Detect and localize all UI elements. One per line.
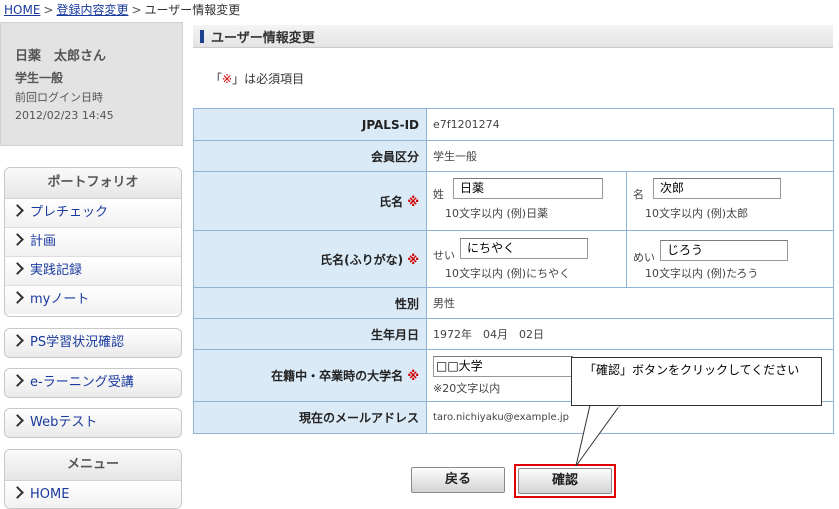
user-name: 日薬 太郎さん	[15, 49, 107, 64]
chevron-right-icon	[11, 233, 24, 246]
required-mark: ※	[407, 252, 419, 267]
table-row: 現在のメールアドレス taro.nichiyaku@example.jp	[193, 401, 835, 434]
menu-panel: メニュー HOME	[4, 449, 182, 509]
required-mark: ※	[407, 194, 419, 209]
sidebar-item-label: 計画	[30, 234, 57, 249]
sidebar-item-label: HOME	[30, 487, 70, 502]
birthdate-label: 生年月日	[193, 318, 427, 350]
back-button[interactable]: 戻る	[411, 467, 505, 493]
name-label-text: 氏名	[379, 194, 404, 209]
mei-input[interactable]: 次郎	[653, 178, 781, 199]
callout-pointer	[575, 404, 621, 467]
chevron-right-icon	[11, 414, 24, 427]
kana-label-text: 氏名(ふりがな)	[320, 252, 404, 267]
mei-kana-prefix: めい	[633, 251, 655, 264]
required-note: 「※」は必須項目	[210, 70, 304, 87]
mei-kana-cell: めい じろう 10文字以内 (例)たろう	[625, 230, 835, 288]
sidebar-webtest-button[interactable]: Webテスト	[4, 408, 182, 438]
sidebar-item-label: e-ラーニング受講	[30, 375, 134, 390]
portfolio-title: ポートフォリオ	[5, 168, 181, 199]
sei-prefix: 姓	[433, 188, 444, 201]
mei-cell: 名 次郎 10文字以内 (例)太郎	[625, 171, 835, 231]
chevron-right-icon	[11, 374, 24, 387]
table-row: JPALS-ID e7f1201274	[193, 108, 835, 141]
required-note-text: 」は必須項目	[232, 72, 305, 86]
chevron-right-icon	[11, 486, 24, 499]
confirm-button[interactable]: 確認	[518, 468, 612, 494]
sei-input[interactable]: 日薬	[453, 178, 603, 199]
sidebar-item-label: PS学習状況確認	[30, 335, 125, 350]
last-login-value: 2012/02/23 14:45	[15, 109, 114, 122]
breadcrumb-separator: >	[131, 3, 142, 17]
mei-hint: 10文字以内 (例)太郎	[645, 207, 749, 220]
required-mark: ※	[407, 369, 419, 383]
breadcrumb-current: ユーザー情報変更	[144, 3, 241, 17]
page-heading: ユーザー情報変更	[193, 25, 833, 48]
kana-label: 氏名(ふりがな) ※	[193, 230, 427, 288]
required-note-open: 「	[210, 72, 223, 86]
table-row: 会員区分 学生一般	[193, 140, 835, 172]
sidebar-item-my-note[interactable]: myノート	[5, 285, 181, 314]
heading-marker	[200, 30, 204, 43]
mei-prefix: 名	[633, 188, 644, 201]
sidebar-item-label: myノート	[30, 292, 90, 307]
gender-value: 男性	[425, 287, 835, 319]
sidebar-item-label: 実践記録	[30, 263, 83, 278]
last-login-label: 前回ログイン日時	[15, 91, 103, 104]
sidebar-item-label: Webテスト	[30, 415, 98, 430]
sei-kana-cell: せい にちやく 10文字以内 (例)にちやく	[426, 230, 627, 288]
chevron-right-icon	[11, 262, 24, 275]
member-type-value: 学生一般	[425, 140, 835, 172]
jpals-id-value: e7f1201274	[425, 108, 835, 141]
sei-hint: 10文字以内 (例)日薬	[445, 207, 549, 220]
email-label: 現在のメールアドレス	[193, 401, 427, 434]
member-type-label: 会員区分	[193, 140, 427, 172]
table-row: 氏名(ふりがな) ※ せい にちやく 10文字以内 (例)にちやく めい じろう…	[193, 230, 835, 288]
breadcrumb-separator: >	[43, 3, 54, 17]
university-input[interactable]: □□大学	[433, 356, 573, 377]
user-info-box: 日薬 太郎さん 学生一般 前回ログイン日時 2012/02/23 14:45	[0, 22, 183, 146]
sidebar-item-label: プレチェック	[30, 205, 109, 220]
user-type: 学生一般	[15, 71, 64, 85]
sidebar-item-practice-record[interactable]: 実践記録	[5, 256, 181, 285]
gender-label: 性別	[193, 287, 427, 319]
sidebar-item-plan[interactable]: 計画	[5, 227, 181, 256]
sei-cell: 姓 日薬 10文字以内 (例)日薬	[426, 171, 627, 231]
table-row: 性別 男性	[193, 287, 835, 319]
instruction-callout: 「確認」ボタンをクリックしてください	[571, 357, 822, 406]
sei-kana-hint: 10文字以内 (例)にちやく	[445, 267, 571, 280]
menu-title: メニュー	[5, 450, 181, 481]
callout-tail	[575, 404, 621, 467]
portfolio-panel: ポートフォリオ プレチェック 計画 実践記録 myノート	[4, 167, 182, 317]
university-label: 在籍中・卒業時の大学名 ※	[193, 349, 427, 402]
table-row: 氏名 ※ 姓 日薬 10文字以内 (例)日薬 名 次郎 10文字以内 (例)太郎	[193, 171, 835, 231]
breadcrumb-registration-link[interactable]: 登録内容変更	[56, 3, 128, 17]
required-mark: ※	[222, 72, 233, 86]
university-hint: ※20文字以内	[433, 382, 501, 395]
sei-kana-prefix: せい	[433, 249, 455, 262]
mei-kana-hint: 10文字以内 (例)たろう	[645, 267, 759, 280]
sei-kana-input[interactable]: にちやく	[460, 238, 588, 259]
chevron-right-icon	[11, 334, 24, 347]
sidebar-ps-status-button[interactable]: PS学習状況確認	[4, 328, 182, 358]
chevron-right-icon	[11, 291, 24, 304]
birthdate-value: 1972年 04月 02日	[425, 318, 835, 350]
name-label: 氏名 ※	[193, 171, 427, 231]
sidebar-item-precheck[interactable]: プレチェック	[5, 199, 181, 227]
chevron-right-icon	[11, 204, 24, 217]
sidebar-elearning-button[interactable]: e-ラーニング受講	[4, 368, 182, 398]
sidebar-item-home[interactable]: HOME	[5, 481, 181, 508]
jpals-id-label: JPALS-ID	[193, 108, 427, 141]
university-label-text: 在籍中・卒業時の大学名	[271, 369, 404, 383]
breadcrumb: HOME > 登録内容変更 > ユーザー情報変更	[4, 1, 240, 18]
page-title: ユーザー情報変更	[211, 31, 315, 46]
breadcrumb-home-link[interactable]: HOME	[4, 3, 40, 17]
table-row: 生年月日 1972年 04月 02日	[193, 318, 835, 350]
mei-kana-input[interactable]: じろう	[660, 240, 788, 261]
